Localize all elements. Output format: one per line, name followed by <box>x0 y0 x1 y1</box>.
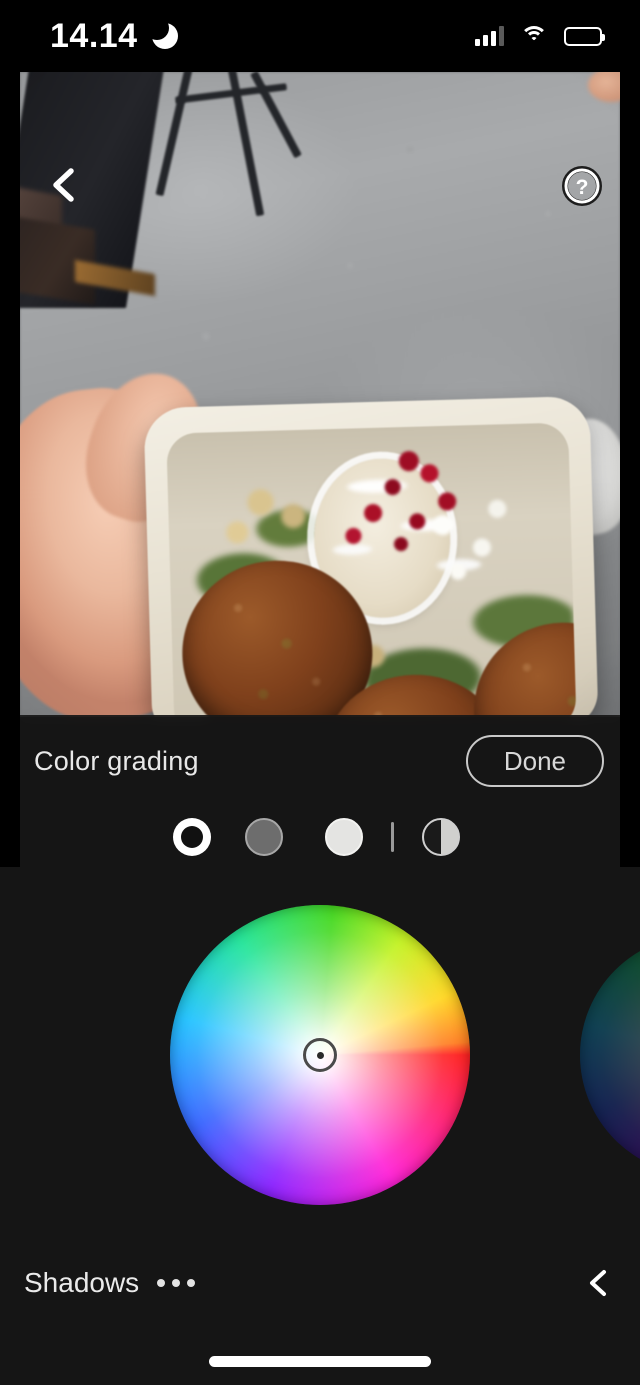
collapse-button[interactable] <box>582 1266 616 1300</box>
chevron-left-icon <box>53 168 74 202</box>
panel-title: Color grading <box>34 745 199 776</box>
status-bar-left: 14.14 <box>50 16 178 55</box>
bench-base-shape <box>20 214 95 305</box>
wifi-icon <box>520 25 548 47</box>
wheel-edge <box>580 935 640 1175</box>
home-indicator <box>209 1356 431 1367</box>
photo-canvas <box>20 72 620 717</box>
status-bar-right <box>475 25 605 47</box>
color-wheel-area <box>0 867 640 1252</box>
panel-header: Color grading Done <box>20 715 620 807</box>
status-time: 14.14 <box>50 17 138 55</box>
moon-icon <box>144 16 178 49</box>
feta-crumbles <box>400 478 542 630</box>
color-wheel-puck[interactable] <box>303 1038 337 1072</box>
bottom-bar-row: Shadows <box>0 1252 640 1314</box>
color-grading-screen: 14.14 ? Color grading Done Shadows <box>0 0 640 1385</box>
bottom-bar-left: Shadows <box>24 1267 196 1299</box>
midtones-circle-icon[interactable] <box>244 818 283 856</box>
back-button[interactable] <box>44 164 86 206</box>
chevron-left-icon <box>590 1270 606 1296</box>
bottom-bar: Shadows <box>0 1252 640 1385</box>
cellular-signal-icon <box>475 26 504 46</box>
color-wheel-next-preview[interactable] <box>580 935 640 1175</box>
help-circle-icon: ? <box>562 166 602 206</box>
ellipsis-icon[interactable] <box>157 1279 196 1287</box>
color-grading-panel: Color grading Done <box>20 715 620 867</box>
help-button[interactable]: ? <box>562 166 602 206</box>
status-bar: 14.14 <box>0 0 640 72</box>
done-button[interactable]: Done <box>465 735 604 787</box>
shadows-ring-icon[interactable] <box>180 826 203 848</box>
container-interior <box>166 422 577 717</box>
tone-selector-row <box>20 807 620 867</box>
color-wheel-shadows[interactable] <box>170 905 470 1205</box>
battery-icon <box>564 26 605 46</box>
takeout-container <box>143 395 599 717</box>
photo-preview[interactable]: ? <box>20 72 620 717</box>
global-split-circle-icon[interactable] <box>421 818 460 856</box>
vertical-divider <box>390 822 394 852</box>
highlights-circle-icon[interactable] <box>324 818 363 856</box>
active-tone-label: Shadows <box>24 1267 140 1298</box>
svg-text:?: ? <box>576 176 589 199</box>
